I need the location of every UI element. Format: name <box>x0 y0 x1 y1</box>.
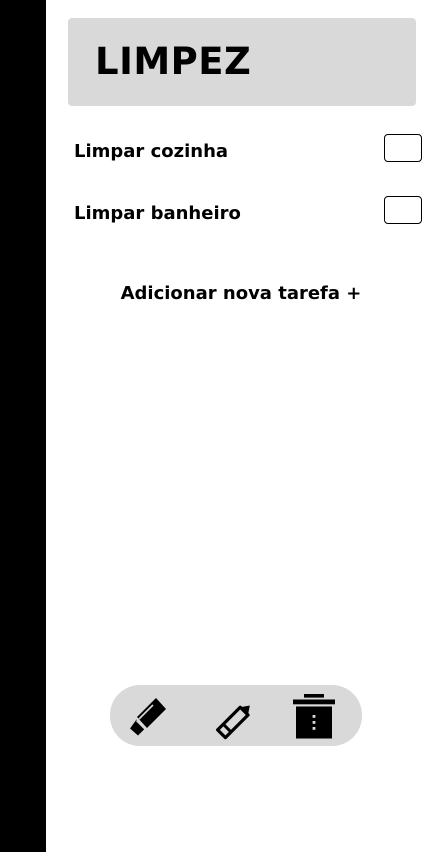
pencil-icon <box>214 694 258 740</box>
task-checkbox[interactable] <box>384 134 422 162</box>
brush-button[interactable] <box>126 694 172 740</box>
task-checkbox[interactable] <box>384 196 422 224</box>
trash-icon <box>291 694 337 740</box>
edit-button[interactable] <box>213 694 259 740</box>
task-row-limpar-cozinha: Limpar cozinha <box>74 134 426 168</box>
add-task-button[interactable]: Adicionar nova tarefa + <box>68 281 414 307</box>
left-sidebar <box>0 0 46 852</box>
task-row-limpar-banheiro: Limpar banheiro <box>74 196 426 230</box>
category-header: LIMPEZ <box>68 18 416 106</box>
brush-icon <box>127 694 171 740</box>
bottom-toolbar <box>110 685 362 746</box>
delete-button[interactable] <box>291 694 337 740</box>
task-label: Limpar cozinha <box>74 141 229 162</box>
task-label: Limpar banheiro <box>74 203 241 224</box>
page-title: LIMPEZ <box>95 40 252 83</box>
